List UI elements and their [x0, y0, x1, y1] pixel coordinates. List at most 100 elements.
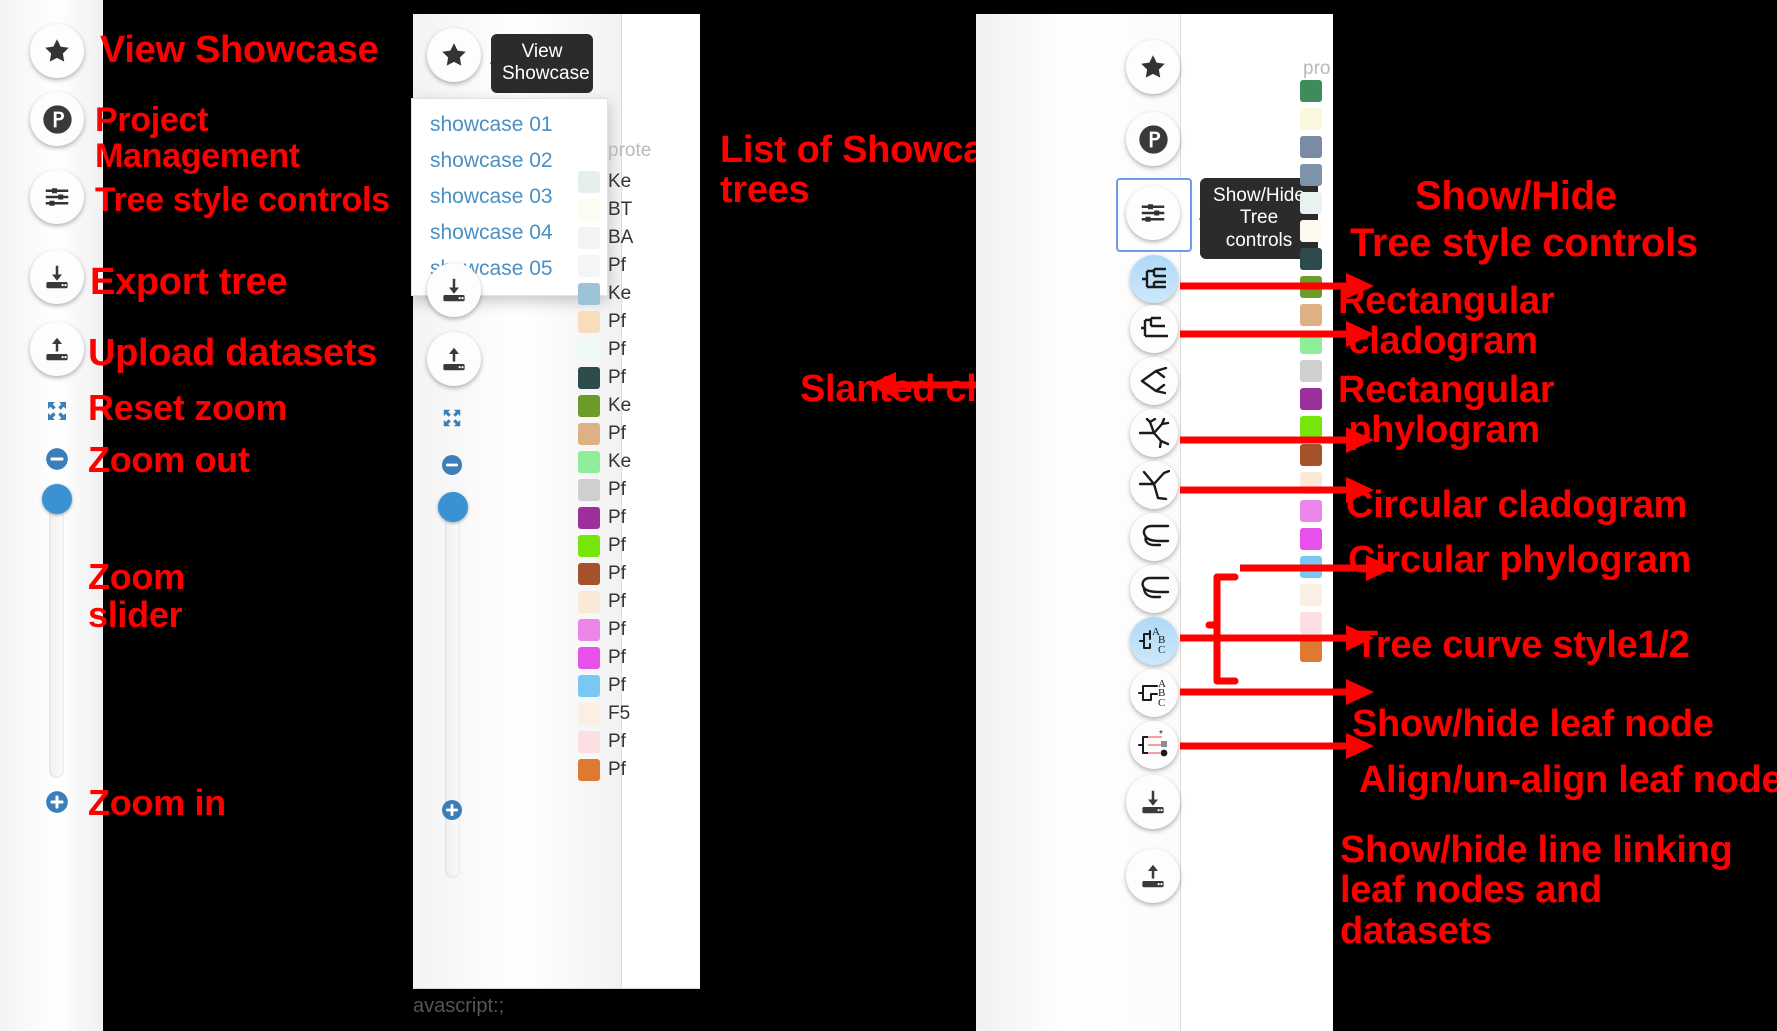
legend-row[interactable]: Ke — [578, 168, 700, 196]
annotation-tree-curve-style: Tree curve style1/2 — [1355, 624, 1690, 666]
middle-reset-zoom-button[interactable] — [440, 406, 464, 430]
middle-zoom-in-button[interactable] — [440, 798, 464, 822]
right-export-tree-button[interactable] — [1126, 775, 1180, 829]
legend-row-label: Pf — [608, 423, 626, 444]
legend-row[interactable]: Pf — [578, 560, 700, 588]
legend-row[interactable]: Pf — [578, 308, 700, 336]
tree-style-controls-button[interactable] — [30, 170, 84, 224]
tree-curve-style2-button[interactable] — [1130, 565, 1178, 613]
legend-row-label: Pf — [608, 647, 626, 668]
legend-row[interactable]: Pf — [578, 756, 700, 784]
legend-row-label: BA — [608, 227, 634, 248]
tree-curve-style1-button[interactable] — [1130, 513, 1178, 561]
legend-color-swatch — [578, 339, 600, 361]
show-hide-link-line-button[interactable]: * — [1130, 721, 1178, 769]
right-project-management-button[interactable] — [1126, 112, 1180, 166]
download-tray-icon — [42, 262, 72, 292]
sliders-icon — [1138, 198, 1168, 228]
svg-text:C: C — [1158, 697, 1165, 708]
legend-row[interactable]: Pf — [578, 728, 700, 756]
upload-tray-icon — [1138, 861, 1168, 891]
project-management-button[interactable] — [30, 92, 84, 146]
zoom-out-button[interactable] — [44, 446, 70, 472]
star-icon — [42, 36, 72, 66]
legend-row[interactable]: Pf — [578, 672, 700, 700]
legend-row[interactable]: Ke — [578, 280, 700, 308]
legend-row-label: Ke — [608, 451, 632, 472]
right-upload-datasets-button[interactable] — [1126, 849, 1180, 903]
right-color-swatch — [1300, 528, 1322, 550]
legend-row-label: Ke — [608, 283, 632, 304]
legend-row-label: Pf — [608, 367, 626, 388]
middle-export-tree-button[interactable] — [427, 263, 481, 317]
legend-row[interactable]: Pf — [578, 476, 700, 504]
export-tree-button[interactable] — [30, 250, 84, 304]
right-color-swatch — [1300, 584, 1322, 606]
legend-row[interactable]: Pf — [578, 616, 700, 644]
zoom-slider-handle[interactable] — [42, 484, 72, 514]
middle-zoom-out-button[interactable] — [440, 453, 464, 477]
annotation-export-tree: Export tree — [90, 261, 288, 303]
align-leaf-node-button[interactable]: A B C — [1130, 669, 1178, 717]
right-color-swatch — [1300, 136, 1322, 158]
right-color-swatch — [1300, 220, 1322, 242]
legend-color-swatch — [578, 255, 600, 277]
legend-row[interactable]: Pf — [578, 336, 700, 364]
legend-row[interactable]: Ke — [578, 392, 700, 420]
star-icon — [439, 40, 469, 70]
right-color-swatch — [1300, 192, 1322, 214]
reset-zoom-button[interactable] — [44, 398, 70, 424]
showcase-item-01[interactable]: showcase 01 — [412, 107, 607, 143]
legend-row-label: Pf — [608, 255, 626, 276]
sliders-icon — [42, 182, 72, 212]
legend-row[interactable]: Pf — [578, 420, 700, 448]
legend-row[interactable]: BT — [578, 196, 700, 224]
legend-row-label: Pf — [608, 731, 626, 752]
legend-row[interactable]: Pf — [578, 588, 700, 616]
legend-row[interactable]: Ke — [578, 448, 700, 476]
legend-row[interactable]: Pf — [578, 532, 700, 560]
legend-row[interactable]: BA — [578, 224, 700, 252]
rect-phylogram-button[interactable] — [1130, 305, 1178, 353]
right-color-swatch — [1300, 164, 1322, 186]
show-hide-leaf-node-button[interactable]: A B C — [1130, 617, 1178, 665]
upload-datasets-button[interactable] — [30, 322, 84, 376]
legend-color-swatch — [578, 647, 600, 669]
legend-color-swatch — [578, 731, 600, 753]
view-showcase-tooltip: View Showcase — [490, 34, 593, 93]
middle-upload-datasets-button[interactable] — [427, 332, 481, 386]
annotation-tree-style-controls-right: Tree style controls — [1350, 221, 1698, 265]
legend-row[interactable]: Pf — [578, 252, 700, 280]
legend-color-swatch — [578, 423, 600, 445]
legend-color-swatch — [578, 367, 600, 389]
middle-view-showcase-button[interactable] — [427, 28, 481, 82]
middle-zoom-slider-track[interactable] — [445, 508, 460, 878]
svg-text:C: C — [1158, 644, 1165, 656]
legend-row-label: Pf — [608, 563, 626, 584]
annotation-reset-zoom: Reset zoom — [88, 387, 288, 428]
legend-row[interactable]: Pf — [578, 644, 700, 672]
legend-row[interactable]: Pf — [578, 504, 700, 532]
legend-color-swatch — [578, 619, 600, 641]
legend-row[interactable]: F5 — [578, 700, 700, 728]
rect-cladogram-button[interactable] — [1130, 255, 1178, 303]
slanted-cladogram-button[interactable] — [1130, 357, 1178, 405]
arrow-circular-cladogram — [1180, 427, 1374, 453]
view-showcase-button[interactable] — [30, 24, 84, 78]
right-view-showcase-button[interactable] — [1126, 40, 1180, 94]
right-tree-style-controls-button[interactable] — [1126, 186, 1180, 240]
zoom-in-button[interactable] — [44, 789, 70, 815]
status-bar: avascript:; — [413, 995, 505, 1017]
circular-phylogram-button[interactable] — [1130, 461, 1178, 509]
project-p-icon — [1137, 123, 1170, 156]
middle-zoom-slider-handle[interactable] — [438, 492, 468, 522]
arrow-show-hide-link-line — [1180, 733, 1374, 759]
arrow-rect-cladogram — [1180, 273, 1374, 299]
circular-cladogram-button[interactable] — [1130, 409, 1178, 457]
right-color-swatch — [1300, 388, 1322, 410]
legend-row[interactable]: Pf — [578, 364, 700, 392]
legend-row-label: Pf — [608, 479, 626, 500]
legend-row-label: Pf — [608, 507, 626, 528]
zoom-slider-track[interactable] — [49, 498, 64, 778]
legend-color-swatch — [578, 535, 600, 557]
